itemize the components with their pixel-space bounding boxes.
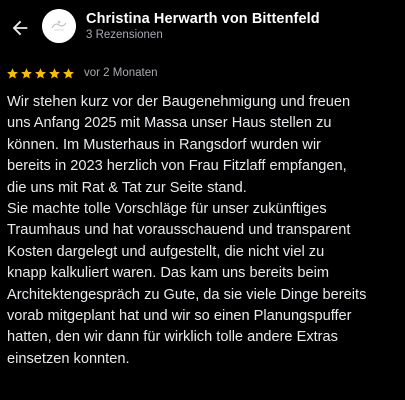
star-icon: [35, 67, 46, 78]
review-count: 3 Rezensionen: [86, 29, 163, 41]
arrow-left-icon: [12, 20, 28, 36]
star-icon: [21, 67, 32, 78]
star-icon: [63, 67, 74, 78]
author-name[interactable]: Christina Herwarth von Bittenfeld: [86, 11, 320, 27]
review-date: vor 2 Monaten: [84, 67, 158, 79]
review-text: Wir stehen kurz vor der Baugenehmigung u…: [7, 94, 367, 367]
avatar-logo-icon: [42, 9, 76, 43]
avatar[interactable]: [42, 9, 76, 43]
star-icon: [49, 67, 60, 78]
rating-row: vor 2 Monaten: [6, 65, 158, 81]
star-rating: [6, 67, 75, 80]
back-button[interactable]: [7, 14, 33, 42]
star-icon: [7, 67, 18, 78]
review-header: Christina Herwarth von Bittenfeld 3 Reze…: [0, 0, 405, 60]
